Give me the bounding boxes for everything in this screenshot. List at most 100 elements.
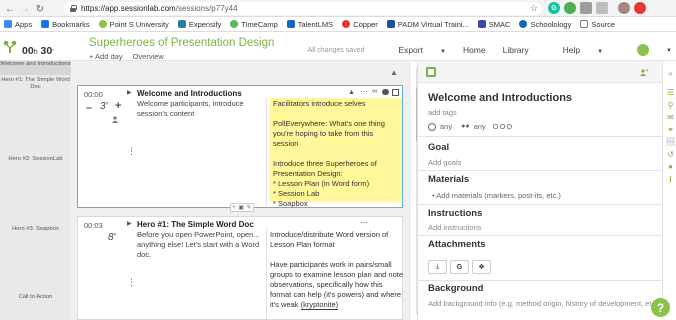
group-size-filter[interactable]: any <box>474 122 486 131</box>
add-tags-link[interactable]: add tags <box>428 108 457 117</box>
more-options-icon[interactable]: ⋯ <box>360 218 368 227</box>
add-break-icon[interactable]: ▣ <box>238 204 244 211</box>
bookmark-padm[interactable]: PADM Virtual Traini... <box>386 20 469 29</box>
session-title[interactable]: Superheroes of Presentation Design <box>89 37 274 49</box>
info-icon[interactable]: i <box>666 175 675 184</box>
padm-icon <box>386 20 395 28</box>
more-icon[interactable]: ⋯ <box>666 137 675 146</box>
bookmark-bookmarks[interactable]: Bookmarks <box>41 20 90 29</box>
more-options-icon[interactable]: ⋯ <box>360 87 368 96</box>
update-badge-icon[interactable] <box>634 2 646 14</box>
team-icon[interactable]: ● <box>666 162 675 171</box>
materials-input[interactable]: • Add materials (markers, post-its, etc.… <box>432 191 561 200</box>
collapse-up-icon[interactable]: ▲ <box>390 68 398 77</box>
block-description[interactable]: Before you open PowerPoint, open... anyt… <box>137 230 265 260</box>
expand-arrow-icon[interactable]: ▶ <box>127 220 132 227</box>
outline-item-hero-3[interactable]: Hero #3: Soapbox <box>0 226 71 236</box>
google-drive-attachment-button[interactable]: G <box>450 260 469 274</box>
divider <box>418 280 663 281</box>
dropbox-attachment-button[interactable]: ❖ <box>472 260 491 274</box>
caret-down-icon: ▼ <box>597 49 604 55</box>
copper-icon <box>342 20 351 28</box>
expand-arrow-icon[interactable]: ▶ <box>127 89 132 96</box>
bookmark-star-icon[interactable]: ☆ <box>530 3 538 14</box>
outline-item-hero-2[interactable]: Hero #2: SessionLab <box>0 156 71 166</box>
list-view-icon[interactable]: ☰ <box>666 88 675 97</box>
caret-down-icon: ▼ <box>439 49 446 55</box>
instructions-input[interactable]: Add instructions <box>428 223 481 232</box>
home-link[interactable]: Home <box>463 45 486 55</box>
bookmark-timecamp[interactable]: TimeCamp <box>230 20 278 29</box>
user-avatar <box>637 44 650 56</box>
profile-avatar-icon[interactable] <box>618 2 630 14</box>
reload-icon[interactable]: ↻ <box>33 2 47 16</box>
bookmark-smac[interactable]: SMAC <box>477 20 510 29</box>
agenda-block[interactable]: 00:00 ▶ – 3' + ⋮ Welcome and Introductio… <box>77 85 403 212</box>
drag-handle-icon[interactable]: ⋮ <box>127 277 136 288</box>
circle-extension-icon[interactable] <box>564 2 576 14</box>
grammarly-icon[interactable]: G <box>548 2 560 14</box>
color-swatch-icon[interactable] <box>426 67 436 77</box>
add-day-button[interactable]: + Add day <box>89 52 123 61</box>
background-input[interactable]: Add background info (e.g. method origin,… <box>428 299 657 308</box>
facilitator-icon[interactable] <box>112 116 118 123</box>
library-link[interactable]: Library <box>503 45 529 55</box>
outline-item-welcome[interactable]: Welcome and Introductions <box>0 61 71 75</box>
block-title[interactable]: Hero #1: The Simple Word Doc <box>137 220 254 229</box>
comment-icon[interactable] <box>382 89 389 95</box>
bookmark-apps[interactable]: Apps <box>4 20 32 29</box>
forward-icon[interactable]: → <box>18 2 32 16</box>
outline-item-hero-1[interactable]: Hero #1: The Simple Word Doc <box>0 77 71 93</box>
bookmark-talentlms[interactable]: TalentLMS <box>286 20 333 29</box>
back-icon[interactable]: ← <box>3 2 17 16</box>
link-icon[interactable]: ∞ <box>372 88 377 95</box>
block-notes[interactable]: Introduce/distribute Word version of Les… <box>270 230 405 310</box>
help-button[interactable]: ? <box>651 298 670 317</box>
block-duration[interactable]: 8' <box>108 232 115 243</box>
agenda-block[interactable]: 00:03 ▶ 8' ⋮ Hero #1: The Simple Word Do… <box>77 216 403 320</box>
url-host: https://app.sessionlab.com <box>81 4 176 13</box>
block-title[interactable]: Welcome and Introductions <box>137 89 242 98</box>
upload-attachment-button[interactable]: ⤓ <box>428 260 447 274</box>
bookmark-expensify[interactable]: Expensify <box>177 20 221 29</box>
decrease-duration-button[interactable]: – <box>86 102 92 114</box>
add-facilitator-icon[interactable] <box>640 69 648 76</box>
apps-grid-icon <box>4 20 12 28</box>
box-extension-icon[interactable] <box>596 2 608 14</box>
comments-icon[interactable]: ✉ <box>666 113 675 122</box>
url-path: /sessions/p77y44 <box>175 4 238 13</box>
drag-handle-icon[interactable]: ⋮ <box>127 146 136 157</box>
export-menu[interactable]: Export ▼ <box>381 45 446 55</box>
goal-input[interactable]: Add goals <box>428 158 461 167</box>
bookmark-copper[interactable]: Copper <box>342 20 378 29</box>
expensify-icon <box>177 20 186 28</box>
block-duration[interactable]: 3' <box>100 101 107 112</box>
block-notes[interactable]: Facilitators introduce selves PollEveryw… <box>270 98 402 208</box>
bookmark-point-s[interactable]: Point S University <box>98 20 169 29</box>
add-note-icon[interactable]: ✎ <box>247 204 252 211</box>
gray-extension-icon[interactable] <box>580 2 592 14</box>
history-icon[interactable]: ↺ <box>666 150 675 159</box>
help-menu[interactable]: Help ▼ <box>546 45 603 55</box>
notes-toggle-icon[interactable] <box>392 89 399 96</box>
detail-title[interactable]: Welcome and Introductions <box>428 92 572 104</box>
time-of-day-filter[interactable]: any <box>440 122 452 131</box>
attachment-icon[interactable]: ⚭ <box>666 125 675 134</box>
increase-duration-button[interactable]: + <box>115 100 121 112</box>
expand-panel-icon[interactable]: » <box>666 69 675 78</box>
block-description[interactable]: Welcome participants, introduce session'… <box>137 99 265 119</box>
divider <box>418 235 663 236</box>
user-menu[interactable]: ▼ <box>620 44 672 56</box>
divider <box>418 170 663 171</box>
bookmark-source[interactable]: Source <box>580 20 615 29</box>
bookmark-schoolology[interactable]: Schoolology <box>519 20 571 29</box>
overview-link[interactable]: Overview <box>133 52 164 61</box>
address-bar[interactable]: https://app.sessionlab.com/sessions/p77y… <box>64 2 542 15</box>
search-icon[interactable]: ⚲ <box>666 101 675 110</box>
outline-item-call-to-action[interactable]: Call to Action <box>0 294 71 304</box>
app-header: 00h 30' Superheroes of Presentation Desi… <box>0 32 676 61</box>
add-block-icon[interactable]: + <box>232 205 236 211</box>
collapse-block-icon[interactable]: ▲ <box>348 89 355 96</box>
clock-icon <box>428 122 436 131</box>
energy-level[interactable]: OOO <box>493 122 514 131</box>
